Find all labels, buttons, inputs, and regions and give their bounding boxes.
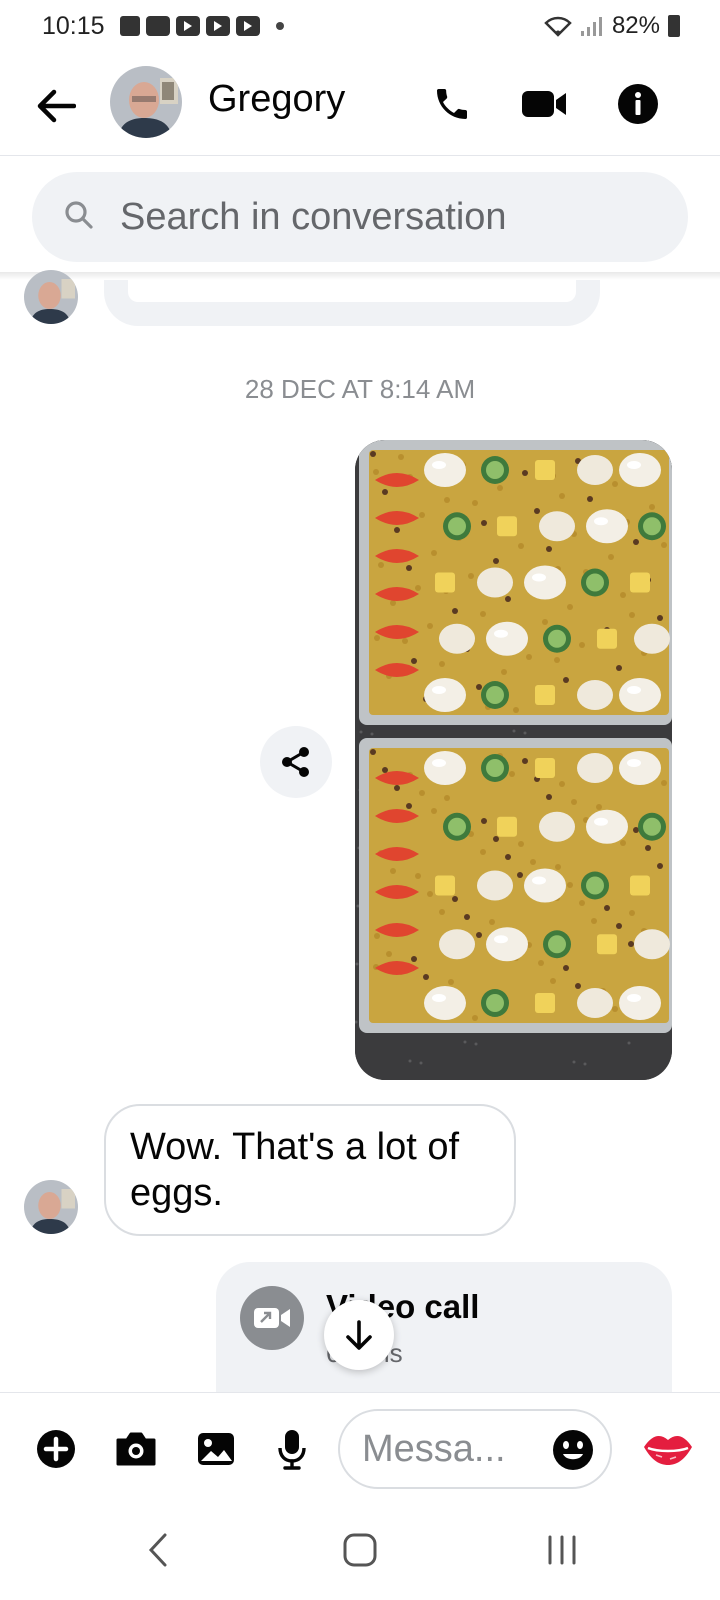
- plus-icon: [37, 1430, 75, 1468]
- avatar-image: [110, 66, 182, 138]
- contact-avatar-small[interactable]: [24, 270, 78, 324]
- scroll-to-bottom-button[interactable]: [324, 1300, 394, 1370]
- search-input[interactable]: [120, 190, 660, 244]
- info-icon: [618, 84, 658, 124]
- avatar-image: [24, 1180, 78, 1234]
- signal-icon: [580, 17, 602, 36]
- info-button[interactable]: [612, 78, 664, 130]
- share-button[interactable]: [260, 726, 332, 798]
- food-trays-image: [355, 440, 672, 1080]
- microphone-icon: [278, 1430, 306, 1470]
- video-call-card[interactable]: Video call 6 mins: [216, 1262, 672, 1392]
- arrow-down-icon: [346, 1320, 372, 1350]
- more-notifications-dot: [276, 22, 284, 30]
- emoji-button[interactable]: [552, 1429, 594, 1471]
- voice-message-button[interactable]: [266, 1423, 318, 1475]
- kiss-reaction-button[interactable]: [638, 1423, 698, 1475]
- youtube-icon: [206, 16, 230, 36]
- system-navigation-bar: [0, 1500, 720, 1600]
- search-icon: [64, 200, 94, 235]
- gallery-button[interactable]: [190, 1423, 242, 1475]
- audio-call-button[interactable]: [426, 78, 478, 130]
- phone-icon: [437, 89, 467, 119]
- chevron-left-icon: [148, 1533, 167, 1567]
- message-input-wrapper[interactable]: [338, 1409, 612, 1489]
- wifi-icon: [544, 16, 572, 37]
- camera-icon: [116, 1432, 156, 1466]
- arrow-left-icon: [37, 89, 76, 123]
- conversation-search-bar[interactable]: [32, 172, 688, 262]
- nav-back-button[interactable]: [118, 1522, 198, 1578]
- battery-percent: 82%: [611, 12, 660, 39]
- status-bar: 10:15 82%: [0, 0, 720, 54]
- avatar-image: [24, 270, 78, 324]
- battery-icon: [668, 15, 680, 37]
- search-divider: [0, 272, 720, 280]
- status-time: 10:15: [42, 12, 105, 40]
- emoji-icon: [553, 1430, 593, 1470]
- message-text: Wow. That's a lot of eggs.: [130, 1126, 460, 1214]
- more-actions-button[interactable]: [30, 1423, 82, 1475]
- contact-name[interactable]: Gregory: [208, 78, 345, 121]
- image-icon: [198, 1433, 234, 1465]
- recents-icon: [548, 1535, 576, 1565]
- video-call-button[interactable]: [518, 78, 570, 130]
- shared-photo[interactable]: [355, 440, 672, 1080]
- share-icon: [282, 747, 309, 777]
- status-right: 82%: [544, 12, 680, 40]
- lips-icon: [644, 1435, 692, 1465]
- message-timestamp: 28 DEC AT 8:14 AM: [244, 374, 476, 404]
- folder-icon: [146, 16, 170, 36]
- contact-avatar-small[interactable]: [24, 1180, 78, 1234]
- youtube-icon: [176, 16, 200, 36]
- conversation-header: Gregory: [0, 56, 720, 156]
- nav-home-button[interactable]: [320, 1522, 400, 1578]
- incoming-message-bubble[interactable]: Wow. That's a lot of eggs.: [104, 1104, 516, 1236]
- message-composer: [0, 1392, 720, 1500]
- youtube-icon: [236, 16, 260, 36]
- nav-recents-button[interactable]: [522, 1522, 602, 1578]
- app-s-icon: [120, 16, 140, 36]
- video-call-icon: [240, 1286, 304, 1350]
- message-input[interactable]: [362, 1423, 542, 1475]
- call-back-button-cutoff[interactable]: [128, 280, 576, 302]
- camera-button[interactable]: [110, 1423, 162, 1475]
- video-camera-icon: [522, 91, 566, 117]
- home-square-icon: [343, 1533, 377, 1567]
- back-button[interactable]: [30, 80, 82, 132]
- previous-message-bubble[interactable]: [104, 280, 600, 326]
- contact-avatar[interactable]: [110, 66, 182, 138]
- notification-icons: [120, 16, 284, 36]
